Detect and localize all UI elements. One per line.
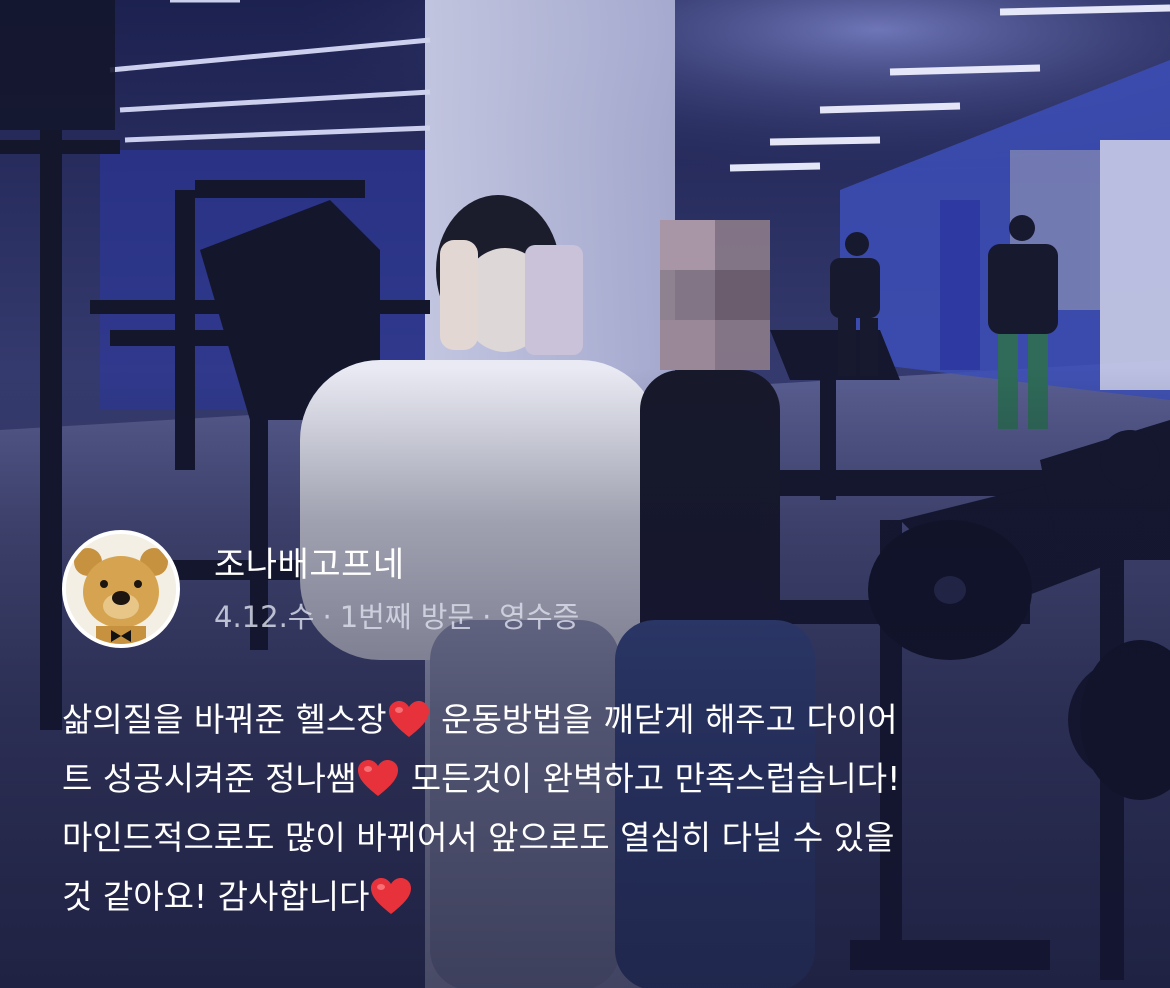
review-line: 것 같아요! 감사합니다 — [62, 867, 1102, 926]
meta-separator: · — [322, 600, 332, 634]
review-line: 트 성공시켜준 정나쌤 모든것이 완벽하고 만족스럽습니다! — [62, 759, 901, 798]
heart-icon — [371, 878, 412, 914]
heart-icon — [388, 701, 429, 737]
reviewer-name[interactable]: 조나배고프네 — [214, 543, 579, 587]
meta-separator: · — [482, 600, 492, 634]
review-text: 삶의질을 바꿔준 헬스장 운동방법을 깨닫게 해주고 다이어 트 성공시켜준 정… — [62, 690, 1102, 926]
reviewer-profile: 조나배고프네 4.12.수 · 1번째 방문 · 영수증 — [62, 530, 579, 648]
avatar[interactable] — [62, 530, 180, 648]
review-line: 마인드적으로도 많이 바뀌어서 앞으로도 열심히 다닐 수 있을 — [62, 818, 895, 857]
review-card: 조나배고프네 4.12.수 · 1번째 방문 · 영수증 삶의질을 바꿔준 헬스장 운동… — [0, 0, 1170, 988]
visit-date: 4.12.수 — [214, 600, 315, 634]
review-meta: 4.12.수 · 1번째 방문 · 영수증 — [214, 599, 579, 635]
teddy-bear-icon — [66, 534, 176, 644]
receipt-verification: 영수증 — [499, 600, 580, 634]
visit-count: 1번째 방문 — [339, 600, 475, 634]
heart-icon — [358, 760, 399, 796]
review-line: 삶의질을 바꿔준 헬스장 운동방법을 깨닫게 해주고 다이어 — [62, 700, 898, 739]
